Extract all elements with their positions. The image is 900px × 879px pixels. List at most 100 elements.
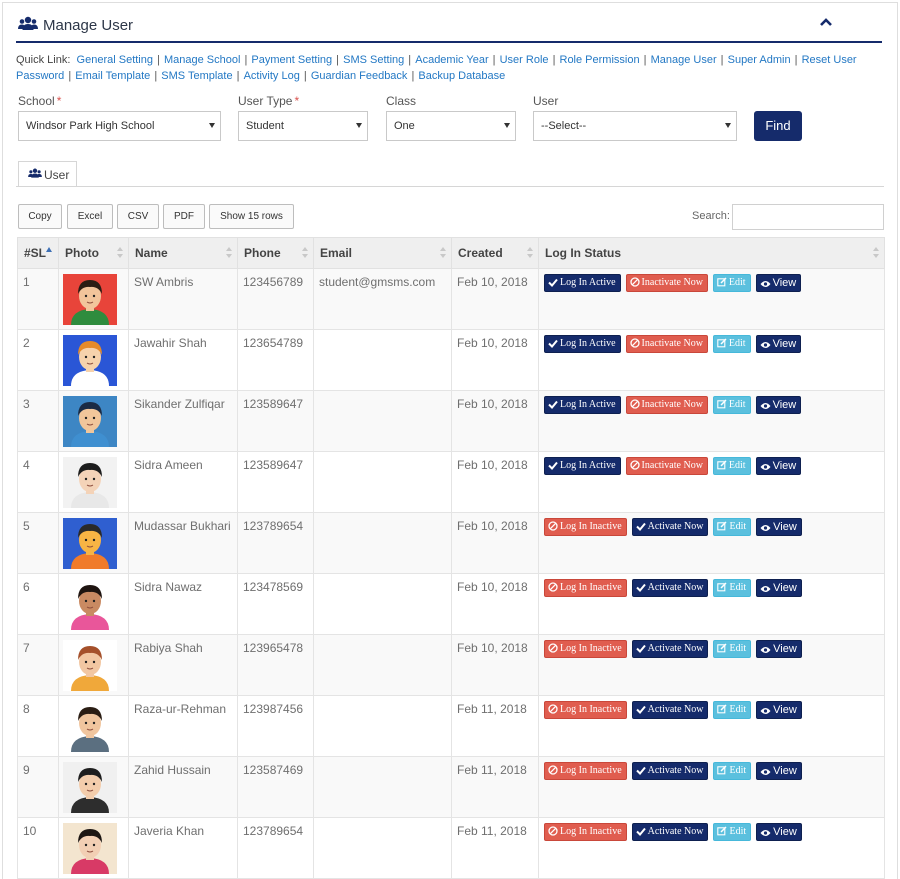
avatar-image [63,518,117,569]
cell-sl: 3 [17,390,59,452]
cell-phone: 123587469 [237,756,314,818]
cell-status: Log In Active Inactivate Now Edit View [538,390,885,452]
eye-icon [760,521,773,533]
edit-button[interactable]: Edit [713,823,752,841]
excel-button[interactable]: Excel [67,204,113,229]
col-header-created[interactable]: Created [451,237,539,269]
find-button[interactable]: Find [754,111,802,141]
check-icon [635,765,648,776]
quick-link[interactable]: Role Permission [560,54,640,66]
cell-email: student@gmsms.com [313,268,452,330]
link-separator: | [151,69,161,82]
quick-link[interactable]: Guardian Feedback [311,70,408,82]
col-header-email[interactable]: Email [313,237,452,269]
col-header-photo[interactable]: Photo [58,237,129,269]
user-filter: User --Select-- [533,94,737,141]
edit-button[interactable]: Edit [713,640,752,658]
activate-now-button[interactable]: Activate Now [631,701,709,719]
quick-link[interactable]: User Role [500,54,549,66]
login-inactive-button[interactable]: Log In Inactive [544,579,627,597]
login-active-button[interactable]: Log In Active [544,396,621,414]
class-select[interactable]: One [386,111,516,141]
cell-name: Sikander Zulfiqar [128,390,238,452]
activate-now-button[interactable]: Activate Now [631,579,709,597]
activate-now-button[interactable]: Activate Now [631,823,709,841]
view-button[interactable]: View [756,823,802,841]
quick-link[interactable]: SMS Setting [343,54,404,66]
search-input[interactable] [732,204,884,230]
edit-button[interactable]: Edit [712,396,751,414]
edit-button[interactable]: Edit [713,701,752,719]
quick-link[interactable]: SMS Template [161,70,232,82]
sort-icon [440,247,446,260]
view-button[interactable]: View [755,396,802,414]
link-separator: | [489,54,499,66]
edit-button[interactable]: Edit [712,274,751,292]
table-row: 5 Mudassar Bukhari 123789654 Feb 10, 2018 Lo… [17,512,885,574]
login-active-button[interactable]: Log In Active [544,457,621,475]
link-separator: | [791,54,801,66]
user-type-select[interactable]: Student [238,111,368,141]
copy-button[interactable]: Copy [18,204,62,229]
col-header-name[interactable]: Name [128,237,238,269]
tab-user[interactable]: User [18,161,77,187]
edit-button[interactable]: Edit [712,457,751,475]
check-icon [548,338,560,349]
inactivate-now-button[interactable]: Inactivate Now [625,335,708,353]
quick-link[interactable]: Payment Setting [251,54,332,66]
edit-button[interactable]: Edit [713,579,752,597]
table-row: 2 Jawahir Shah 123654789 Feb 10, 2018 Log In… [17,329,885,391]
show-rows-button[interactable]: Show 15 rows [209,204,294,229]
login-inactive-button[interactable]: Log In Inactive [544,518,627,536]
school-select[interactable]: Windsor Park High School [18,111,221,141]
view-button[interactable]: View [755,274,802,292]
cell-name: Mudassar Bukhari [128,512,238,574]
quick-link[interactable]: Academic Year [415,54,488,66]
login-inactive-button[interactable]: Log In Inactive [544,762,627,780]
col-header-status[interactable]: Log In Status [538,237,885,269]
view-button[interactable]: View [756,762,802,780]
quick-link[interactable]: Email Template [75,70,150,82]
inactivate-now-button[interactable]: Inactivate Now [625,274,708,292]
quick-link[interactable]: Activity Log [244,70,300,82]
activate-now-button[interactable]: Activate Now [631,640,709,658]
cell-created: Feb 10, 2018 [451,451,539,513]
quick-link[interactable]: Manage School [164,54,240,66]
quick-link[interactable]: Backup Database [418,70,505,82]
quick-link[interactable]: General Setting [77,54,153,66]
view-button[interactable]: View [756,640,802,658]
login-inactive-button[interactable]: Log In Inactive [544,701,627,719]
school-filter: School * Windsor Park High School [18,94,221,141]
view-button[interactable]: View [755,457,802,475]
view-button[interactable]: View [756,518,802,536]
activate-now-button[interactable]: Activate Now [631,518,709,536]
inactivate-now-button[interactable]: Inactivate Now [625,396,708,414]
quick-link[interactable]: Manage User [651,54,717,66]
caret-down-icon [725,123,731,128]
check-icon [635,582,648,593]
login-inactive-button[interactable]: Log In Inactive [544,823,627,841]
user-select[interactable]: --Select-- [533,111,737,141]
col-header-sl[interactable]: #SL [17,237,59,269]
cell-status: Log In Inactive Activate Now Edit View [538,573,885,635]
login-active-button[interactable]: Log In Active [544,335,621,353]
cell-sl: 2 [17,329,59,391]
edit-button[interactable]: Edit [713,518,752,536]
view-button[interactable]: View [755,335,802,353]
edit-button[interactable]: Edit [712,335,751,353]
inactivate-now-button[interactable]: Inactivate Now [625,457,708,475]
col-header-phone[interactable]: Phone [237,237,314,269]
quick-link[interactable]: Super Admin [728,54,791,66]
csv-button[interactable]: CSV [117,204,159,229]
pdf-button[interactable]: PDF [163,204,205,229]
login-active-button[interactable]: Log In Active [544,274,621,292]
chevron-up-icon[interactable] [818,15,834,29]
activate-now-button[interactable]: Activate Now [631,762,709,780]
edit-button[interactable]: Edit [713,762,752,780]
cell-status: Log In Active Inactivate Now Edit View [538,451,885,513]
table-header-row: #SL Photo Name Phone Email Created Log I… [17,237,885,269]
view-button[interactable]: View [756,579,802,597]
login-inactive-button[interactable]: Log In Inactive [544,640,627,658]
link-separator: | [153,54,163,66]
view-button[interactable]: View [756,701,802,719]
